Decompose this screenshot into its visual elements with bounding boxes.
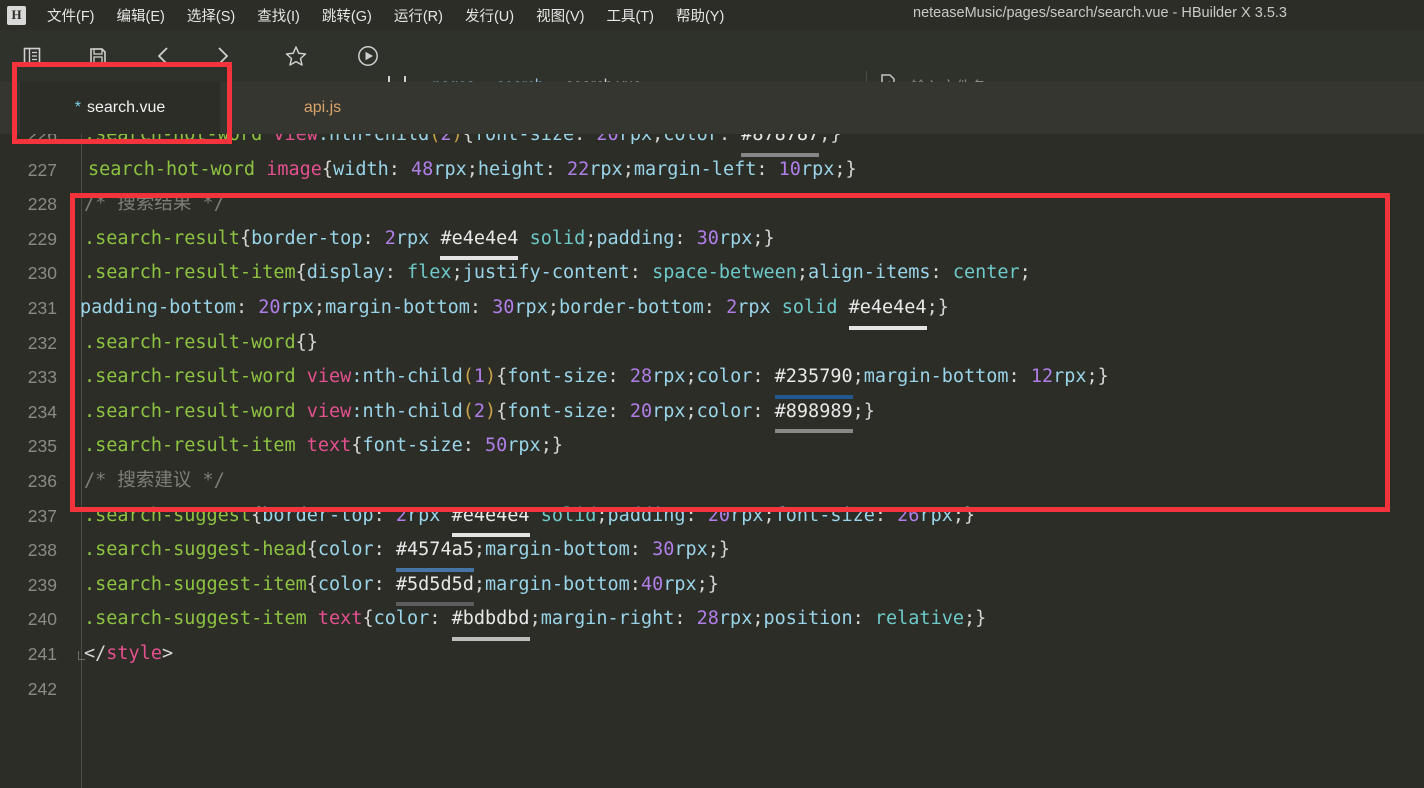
code-row[interactable]: 231 padding-bottom: 20rpx;margin-bottom:… [0,291,1424,330]
tab-search-vue[interactable]: * search.vue [20,82,220,134]
menu-publish[interactable]: 发行(U) [454,2,525,29]
menu-bar: 文件(F) 编辑(E) 选择(S) 查找(I) 跳转(G) 运行(R) 发行(U… [36,2,735,29]
code-row[interactable]: 228 /* 搜索结果 */ [0,187,1424,222]
code-text: .search-result-word view:nth-child(2){fo… [84,395,875,433]
chevron-right-icon [211,45,233,67]
line-number: 239 [27,574,57,595]
code-text: .search-result-word{} [84,331,318,353]
line-number: 226 [27,134,57,145]
forward-button[interactable] [200,36,244,76]
chevron-left-icon [153,45,175,67]
code-row[interactable]: 241 </style> [0,637,1424,672]
menu-find[interactable]: 查找(I) [246,2,311,29]
code-text: padding-bottom: 20rpx;margin-bottom: 30r… [80,291,949,330]
code-text: .search-result-word view:nth-child(1){fo… [84,360,1109,399]
line-number: 233 [27,367,57,388]
code-row[interactable]: 229 .search-result{border-top: 2rpx #e4e… [0,222,1424,260]
code-text: .search-suggest{border-top: 2rpx #e4e4e4… [84,499,975,537]
line-number: 236 [27,470,57,491]
tab-label: api.js [303,99,342,116]
star-icon [284,44,308,68]
line-number: 227 [27,159,57,180]
app-logo-icon: H [7,5,26,25]
line-number: 238 [27,540,57,561]
toggle-sidebar-button[interactable] [10,36,54,76]
line-number: 229 [27,228,57,249]
code-text: .search-suggest-item text{color: #bdbdbd… [84,602,986,641]
line-number: 232 [27,332,57,353]
line-number: 240 [27,609,57,630]
code-row[interactable]: 232 .search-result-word{} [0,326,1424,361]
code-text: /* 搜索结果 */ [84,193,225,215]
play-circle-icon [356,44,380,68]
favorite-button[interactable] [274,36,318,76]
menu-tools[interactable]: 工具(T) [595,2,665,29]
back-button[interactable] [142,36,186,76]
code-text: </style> [84,642,174,664]
line-number: 235 [27,436,57,457]
line-number: 228 [27,194,57,215]
line-number: 234 [27,401,57,422]
code-row[interactable]: 234 .search-result-word view:nth-child(2… [0,395,1424,433]
line-number: 231 [27,297,57,318]
toolbar: u « pages › search › search.vue 输入文件名 [0,30,1424,102]
code-row[interactable]: 236 /* 搜索建议 */ [0,464,1424,499]
code-text: .search-result-item{display: flex;justif… [84,262,1031,284]
code-text: .search-result{border-top: 2rpx #e4e4e4 … [84,222,775,260]
code-text: search-hot-word image{width: 48rpx;heigh… [88,158,857,180]
code-row[interactable]: 242 [0,672,1424,707]
hbuilderx-window: H 文件(F) 编辑(E) 选择(S) 查找(I) 跳转(G) 运行(R) 发行… [0,0,1424,788]
tab-bar: * search.vue api.js [0,82,1424,134]
menu-run[interactable]: 运行(R) [383,2,454,29]
menu-help[interactable]: 帮助(Y) [665,2,735,29]
code-text: .search-suggest-item{color: #5d5d5d;marg… [84,568,719,606]
code-row[interactable]: 239 .search-suggest-item{color: #5d5d5d;… [0,568,1424,606]
code-row[interactable]: 237 .search-suggest{border-top: 2rpx #e4… [0,499,1424,537]
tab-api-js[interactable]: api.js [220,82,425,134]
code-row[interactable]: 240 .search-suggest-item text{color: #bd… [0,602,1424,641]
menu-view[interactable]: 视图(V) [525,2,595,29]
menu-goto[interactable]: 跳转(G) [311,2,383,29]
code-text: .search-suggest-head{color: #4574a5;marg… [84,533,730,572]
code-row[interactable]: 227 search-hot-word image{width: 48rpx;h… [0,153,1424,188]
run-button[interactable] [346,36,390,76]
panel-icon [22,46,42,66]
code-row[interactable]: 238 .search-suggest-head{color: #4574a5;… [0,533,1424,572]
code-row[interactable]: 235 .search-result-item text{font-size: … [0,429,1424,464]
line-number: 230 [27,263,57,284]
save-button[interactable] [76,36,120,76]
window-title: neteaseMusic/pages/search/search.vue - H… [913,5,1287,21]
code-lines: 226 .search-hot-word view:nth-child(2){f… [0,134,1424,706]
tab-label: search.vue [86,99,166,116]
menu-edit[interactable]: 编辑(E) [106,2,176,29]
menu-select[interactable]: 选择(S) [176,2,246,29]
floppy-disk-icon [88,46,108,66]
code-row[interactable]: 233 .search-result-word view:nth-child(1… [0,360,1424,399]
code-row[interactable]: 226 .search-hot-word view:nth-child(2){f… [0,134,1424,157]
menu-file[interactable]: 文件(F) [36,2,106,29]
code-row[interactable]: 230 .search-result-item{display: flex;ju… [0,256,1424,291]
title-bar: H 文件(F) 编辑(E) 选择(S) 查找(I) 跳转(G) 运行(R) 发行… [0,0,1424,30]
line-number: 241 [27,643,57,664]
tab-dirty-marker: * [74,99,81,116]
code-editor[interactable]: 226 .search-hot-word view:nth-child(2){f… [0,134,1424,788]
code-text: .search-result-item text{font-size: 50rp… [84,435,563,457]
code-text: .search-hot-word view:nth-child(2){font-… [84,134,841,157]
line-number: 242 [27,678,57,699]
code-text: /* 搜索建议 */ [84,469,225,491]
line-number: 237 [27,505,57,526]
